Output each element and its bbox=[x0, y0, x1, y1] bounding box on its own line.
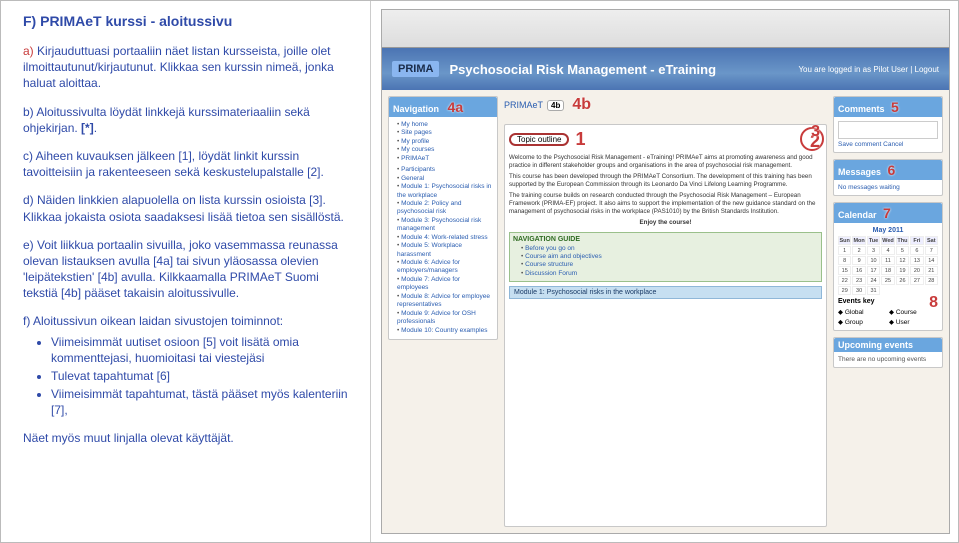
event-key: Course bbox=[889, 308, 938, 316]
paragraph-e: e) Voit liikkua portaalin sivuilla, joko… bbox=[23, 237, 356, 302]
page-title: F) PRIMAeT kurssi - aloitussivu bbox=[23, 13, 356, 29]
calendar-panel: Calendar 7 May 2011 SunMonTueWedThuFriSa… bbox=[833, 202, 943, 331]
nav-item[interactable]: PRIMAeT bbox=[397, 155, 493, 163]
para-a-lead: a) bbox=[23, 44, 34, 58]
welcome-text-3: The training course builds on research c… bbox=[509, 192, 822, 216]
events-key-head: Events key bbox=[838, 298, 938, 305]
enjoy-text: Enjoy the course! bbox=[509, 219, 822, 227]
login-status[interactable]: You are logged in as Pilot User | Logout bbox=[798, 65, 939, 74]
events-key: Global Course Group User bbox=[838, 308, 938, 326]
screenshot-column: PRIMA Psychosocial Risk Management - eTr… bbox=[371, 1, 958, 542]
module-item[interactable]: Module 8: Advice for employee representa… bbox=[397, 293, 493, 310]
nav-item[interactable]: Site pages bbox=[397, 129, 493, 137]
navigation-panel: Navigation 4a My home Site pages My prof… bbox=[388, 96, 498, 340]
paragraph-b: b) Aloitussivulta löydät linkkejä kurssi… bbox=[23, 104, 356, 136]
breadcrumb-badge-4b: 4b bbox=[547, 100, 564, 111]
nav-list[interactable]: My home Site pages My profile My courses… bbox=[393, 121, 493, 163]
instructions-column: F) PRIMAeT kurssi - aloitussivu a) Kirja… bbox=[1, 1, 371, 542]
navigation-guide-box: NAVIGATION GUIDE Before you go on Course… bbox=[509, 232, 822, 283]
messages-panel: Messages 6 No messages waiting bbox=[833, 159, 943, 196]
banner-title: Psychosocial Risk Management - eTraining bbox=[449, 62, 716, 77]
module-item[interactable]: Module 3: Psychosocial risk management bbox=[397, 217, 493, 234]
para-a-text: Kirjauduttuasi portaaliin näet listan ku… bbox=[23, 44, 334, 90]
event-key: User bbox=[889, 318, 938, 326]
comment-input[interactable] bbox=[838, 121, 938, 139]
left-sidebar: Navigation 4a My home Site pages My prof… bbox=[388, 96, 498, 527]
browser-chrome bbox=[382, 10, 949, 48]
event-key: Group bbox=[838, 318, 887, 326]
module-item[interactable]: Module 1: Psychosocial risks in the work… bbox=[397, 183, 493, 200]
paragraph-f-bullets: Viimeisimmät uutiset osioon [5] voit lis… bbox=[23, 334, 356, 419]
paragraph-d: d) Näiden linkkien alapuolella on lista … bbox=[23, 192, 356, 224]
annotation-6: 6 bbox=[888, 162, 896, 178]
comments-head: Comments 5 bbox=[834, 97, 942, 117]
paragraph-a: a) Kirjauduttuasi portaaliin näet listan… bbox=[23, 43, 356, 92]
nav-item[interactable]: My courses bbox=[397, 146, 493, 154]
nav-item[interactable]: My profile bbox=[397, 138, 493, 146]
module1-row[interactable]: Module 1: Psychosocial risks in the work… bbox=[509, 286, 822, 299]
guide-list[interactable]: Before you go on Course aim and objectiv… bbox=[513, 245, 818, 279]
site-banner: PRIMA Psychosocial Risk Management - eTr… bbox=[382, 48, 949, 90]
annotation-1: 1 bbox=[575, 129, 585, 150]
module-item[interactable]: Module 6: Advice for employers/managers bbox=[397, 259, 493, 276]
guide-item[interactable]: Course aim and objectives bbox=[521, 253, 818, 261]
para-b-text: b) Aloitussivulta löydät linkkejä kurssi… bbox=[23, 105, 310, 135]
guide-item[interactable]: Course structure bbox=[521, 261, 818, 269]
messages-empty: No messages waiting bbox=[838, 184, 938, 191]
topic-panel: Topic outline 1 Welcome to the Psychosoc… bbox=[504, 124, 827, 527]
bullet-3: Viimeisimmät tapahtumat, tästä pääset my… bbox=[51, 386, 356, 418]
module-item[interactable]: Module 5: Workplace harassment bbox=[397, 242, 493, 259]
brand-logo: PRIMA bbox=[392, 61, 439, 77]
paragraph-f-intro: f) Aloitussivun oikean laidan sivustojen… bbox=[23, 313, 356, 329]
closing-line: Näet myös muut linjalla olevat käyttäjät… bbox=[23, 431, 356, 445]
module-item[interactable]: Module 4: Work-related stress bbox=[397, 234, 493, 242]
module-item[interactable]: Module 10: Country examples bbox=[397, 327, 493, 335]
upcoming-text: There are no upcoming events bbox=[838, 356, 938, 363]
guide-item[interactable]: Before you go on bbox=[521, 245, 818, 253]
paragraph-c: c) Aiheen kuvauksen jälkeen [1], löydät … bbox=[23, 148, 356, 180]
course-screenshot: PRIMA Psychosocial Risk Management - eTr… bbox=[381, 9, 950, 534]
calendar-month: May 2011 bbox=[838, 227, 938, 234]
main-content: PRIMAeT 4b 4b Topic outline 1 Welcome to… bbox=[504, 96, 827, 527]
breadcrumb[interactable]: PRIMAeT bbox=[504, 100, 543, 110]
module-item[interactable]: Participants bbox=[397, 166, 493, 174]
bullet-1: Viimeisimmät uutiset osioon [5] voit lis… bbox=[51, 334, 356, 366]
upcoming-head: Upcoming events bbox=[834, 338, 942, 352]
save-comment-link[interactable]: Save comment Cancel bbox=[838, 141, 938, 148]
event-key: Global bbox=[838, 308, 887, 316]
module-list[interactable]: Participants General Module 1: Psychosoc… bbox=[393, 166, 493, 335]
calendar-grid[interactable]: SunMonTueWedThuFriSat1234567891011121314… bbox=[838, 236, 938, 295]
module-item[interactable]: Module 2: Policy and psychosocial risk bbox=[397, 200, 493, 217]
welcome-text-1: Welcome to the Psychosocial Risk Managem… bbox=[509, 154, 822, 170]
upcoming-panel: Upcoming events There are no upcoming ev… bbox=[833, 337, 943, 368]
annotation-4a-inline: 4a bbox=[448, 99, 464, 115]
guide-item[interactable]: Discussion Forum bbox=[521, 270, 818, 278]
topic-outline-tag: Topic outline bbox=[509, 133, 569, 146]
nav-item[interactable]: My home bbox=[397, 121, 493, 129]
right-sidebar: Comments 5 Save comment Cancel Messages … bbox=[833, 96, 943, 527]
para-b-ref: [*] bbox=[81, 121, 94, 135]
annotation-5: 5 bbox=[891, 99, 899, 115]
annotation-7: 7 bbox=[883, 205, 891, 221]
module-item[interactable]: Module 7: Advice for employees bbox=[397, 276, 493, 293]
course-body: Navigation 4a My home Site pages My prof… bbox=[382, 90, 949, 533]
welcome-text-2: This course has been developed through t… bbox=[509, 173, 822, 189]
breadcrumb-row: PRIMAeT 4b 4b bbox=[504, 96, 827, 114]
messages-head: Messages 6 bbox=[834, 160, 942, 180]
navigation-head: Navigation 4a bbox=[389, 97, 497, 117]
calendar-head: Calendar 7 bbox=[834, 203, 942, 223]
comments-panel: Comments 5 Save comment Cancel bbox=[833, 96, 943, 153]
module-item[interactable]: Module 9: Advice for OSH professionals bbox=[397, 310, 493, 327]
annotation-4b-inline: 4b bbox=[572, 96, 591, 114]
guide-title: NAVIGATION GUIDE bbox=[513, 236, 580, 243]
module-item[interactable]: General bbox=[397, 175, 493, 183]
bullet-2: Tulevat tapahtumat [6] bbox=[51, 368, 356, 384]
